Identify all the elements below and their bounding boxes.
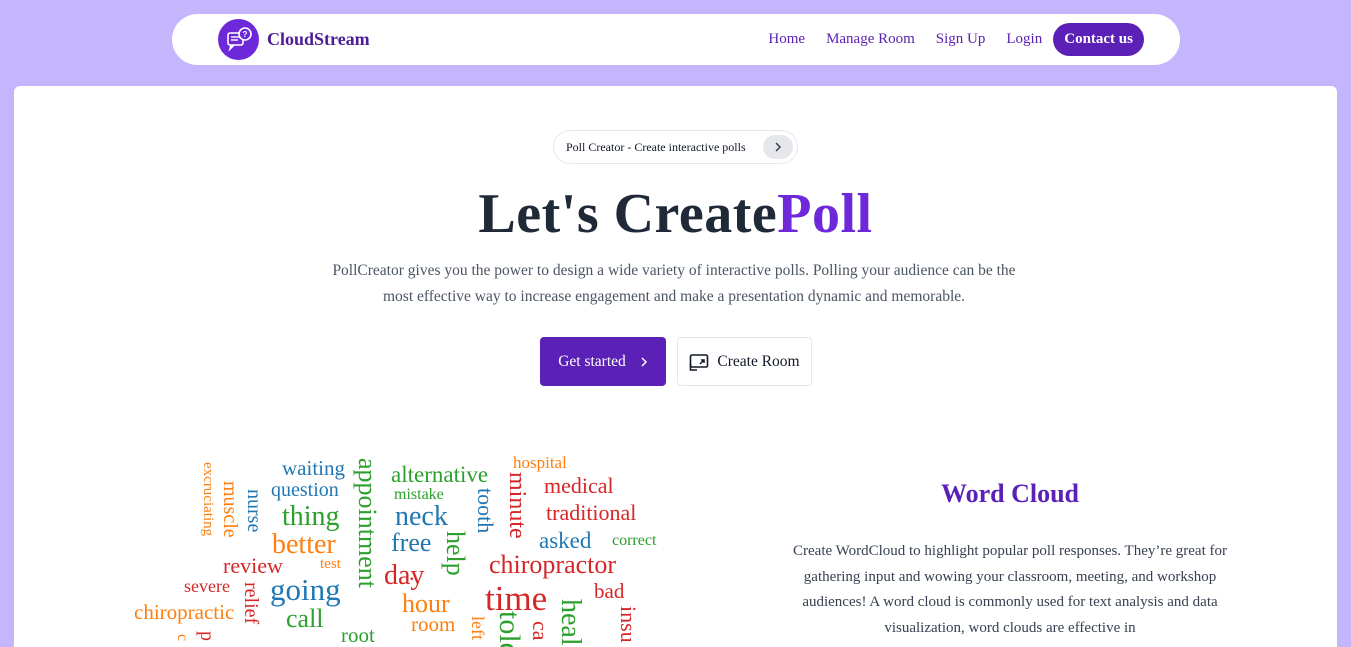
word-correct: correct [612,532,657,549]
contact-us-button[interactable]: Contact us [1053,23,1144,56]
nav-links: Home Manage Room Sign Up Login Contact u… [768,23,1144,56]
word-question: question [271,479,339,501]
word-bad: bad [594,579,625,603]
brand-name: CloudStream [267,29,370,49]
word-told: told [493,611,526,647]
word-traditional: traditional [546,500,637,525]
word-test: test [320,556,341,572]
word-nurse: nurse [243,489,265,533]
word-c: c [174,634,191,642]
nav-sign-up-link[interactable]: Sign Up [936,31,986,48]
word-waiting: waiting [282,456,345,480]
word-cloud-description: Create WordCloud to highlight popular po… [793,543,1227,636]
word-insu: insu [616,606,641,643]
chat-question-icon: ? [218,19,259,60]
nav-manage-room-link[interactable]: Manage Room [826,31,915,48]
word-neck: neck [395,501,448,532]
word-cloud-image: excruciating muscle nurse waiting questi… [14,86,714,647]
word-day: day [384,560,425,591]
create-room-label: Create Room [717,352,800,370]
word-heal: heal [555,599,586,646]
word-left: left [468,616,488,640]
navbar: ? CloudStream Home Manage Room Sign Up L… [172,14,1180,65]
nav-login-link[interactable]: Login [1006,31,1042,48]
word-excruciating: excruciating [200,462,216,537]
word-free: free [391,528,432,557]
word-relief: relief [240,582,262,625]
title-accent: Poll [777,183,873,245]
brand[interactable]: ? CloudStream [218,19,370,60]
word-minute: minute [504,472,530,539]
word-cloud-title: Word Cloud [941,479,1079,508]
word-appointment: appointment [353,458,382,588]
word-room: room [411,612,456,636]
word-alternative: alternative [391,462,489,487]
svg-text:?: ? [242,30,247,39]
word-thing: thing [282,501,340,532]
word-medical: medical [544,473,614,498]
word-dot: . [409,560,415,585]
nav-home-link[interactable]: Home [768,31,805,48]
word-help: help [441,531,470,576]
word-root: root [341,623,375,647]
word-asked: asked [539,528,592,553]
word-hospital: hospital [513,453,567,472]
word-chiropractor: chiropractor [489,550,617,579]
word-severe: severe [184,576,230,596]
word-chiropractic: chiropractic [134,600,235,624]
word-call: call [286,604,324,633]
word-ca: ca [528,621,553,641]
word-p: p [196,631,218,641]
word-muscle: muscle [219,481,241,538]
main-card: Poll Creator - Create interactive polls … [14,86,1337,647]
word-tooth: tooth [473,488,498,534]
word-going: going [270,572,341,607]
chevron-right-icon [763,135,793,159]
